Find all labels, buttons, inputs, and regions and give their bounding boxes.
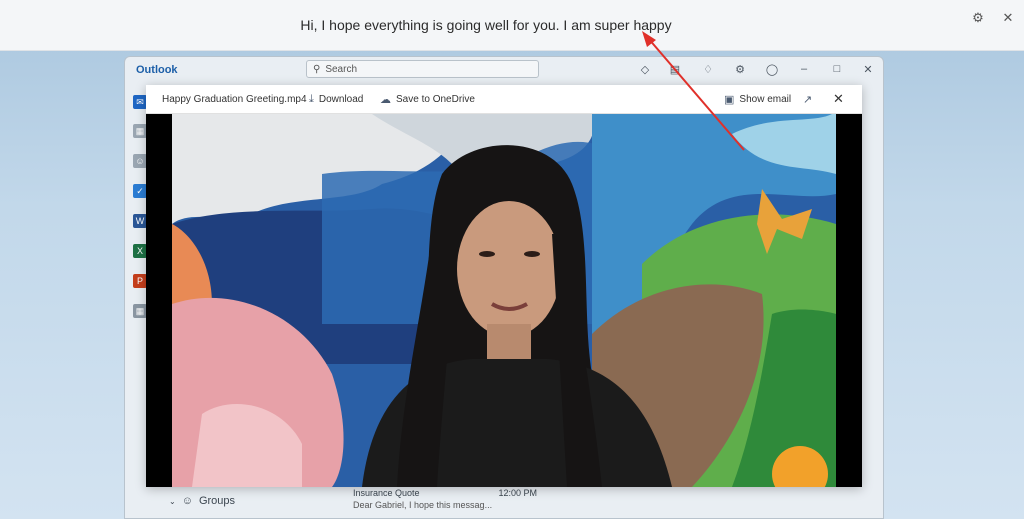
- todo-check-icon[interactable]: ✓: [133, 184, 147, 198]
- minimize-icon[interactable]: –: [797, 62, 811, 76]
- download-button[interactable]: ⤓ Download: [309, 93, 363, 106]
- people-icon[interactable]: ☺: [133, 154, 147, 168]
- bell-icon[interactable]: ♢: [701, 62, 715, 76]
- cloud-upload-icon: ☁: [380, 93, 391, 106]
- caption-close-icon[interactable]: ✕: [999, 9, 1017, 27]
- excel-icon[interactable]: X: [133, 244, 147, 258]
- maximize-icon[interactable]: □: [830, 62, 844, 76]
- powerpoint-icon[interactable]: P: [133, 274, 147, 288]
- video-frame: [172, 114, 836, 487]
- gear-icon[interactable]: ⚙: [733, 62, 747, 76]
- outlook-app-title: Outlook: [136, 64, 178, 76]
- video-player[interactable]: [172, 114, 836, 487]
- viewer-toolbar: Happy Graduation Greeting.mp4 ⤓ Download…: [146, 85, 862, 114]
- message-list-item[interactable]: Insurance Quote 12:00 PM Dear Gabriel, I…: [353, 487, 537, 511]
- notes-icon[interactable]: ▤: [668, 62, 682, 76]
- close-icon: ✕: [833, 91, 844, 106]
- apps-icon[interactable]: ▦: [133, 304, 147, 318]
- video-file-name: Happy Graduation Greeting.mp4: [162, 93, 307, 105]
- save-to-onedrive-label: Save to OneDrive: [396, 93, 475, 105]
- download-label: Download: [318, 93, 364, 105]
- download-icon: ⤓: [309, 92, 314, 105]
- groups-people-icon: ☺: [181, 495, 193, 507]
- caption-bar: Hi, I hope everything is going well for …: [0, 0, 1024, 51]
- message-time: 12:00 PM: [498, 488, 537, 498]
- media-viewer: Happy Graduation Greeting.mp4 ⤓ Download…: [146, 85, 862, 487]
- nav-groups[interactable]: ⌄ ☺ Groups: [169, 495, 235, 507]
- pop-out-icon: ↗: [803, 93, 813, 106]
- caption-text: Hi, I hope everything is going well for …: [300, 17, 672, 33]
- show-email-icon: ▣: [724, 93, 735, 106]
- show-email-label: Show email: [739, 93, 792, 105]
- groups-label: Groups: [198, 495, 236, 507]
- word-icon[interactable]: W: [133, 214, 147, 228]
- save-to-onedrive-button[interactable]: ☁ Save to OneDrive: [380, 93, 475, 106]
- open-in-new-window-button[interactable]: ↗: [803, 93, 812, 106]
- search-placeholder: Search: [325, 63, 358, 75]
- show-email-button[interactable]: ▣ Show email: [724, 93, 791, 106]
- message-snippet: Dear Gabriel, I hope this messag...: [353, 500, 493, 510]
- message-subject: Insurance Quote: [353, 488, 420, 498]
- calendar-icon[interactable]: ▦: [133, 124, 147, 138]
- premium-diamond-icon[interactable]: ◇: [638, 62, 652, 76]
- chevron-down-icon: ⌄: [169, 496, 176, 506]
- search-icon: ⚲: [313, 63, 321, 75]
- caption-settings-gear-icon[interactable]: ⚙: [969, 9, 987, 27]
- lightbulb-icon[interactable]: ◯: [765, 62, 779, 76]
- outlook-search-box[interactable]: ⚲ Search: [306, 60, 539, 78]
- close-viewer-button[interactable]: ✕: [833, 91, 844, 107]
- close-window-icon[interactable]: ✕: [861, 62, 875, 76]
- mail-icon[interactable]: ✉: [133, 95, 147, 109]
